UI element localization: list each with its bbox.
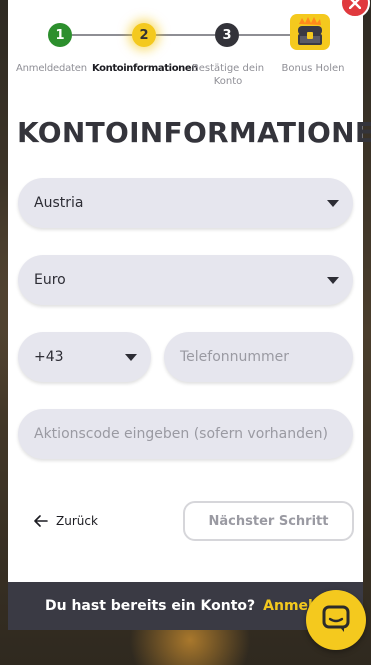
country-select[interactable]: Austria [18, 178, 353, 228]
step-1-label: Anmeldedaten [16, 63, 87, 74]
next-step-button[interactable]: Nächster Schritt [183, 501, 354, 541]
promo-code-placeholder: Aktionscode eingeben (sofern vorhanden) [34, 426, 328, 442]
arrow-left-icon [34, 515, 48, 527]
step-1-indicator: 1 [48, 23, 72, 47]
page-title: KONTOINFORMATIONEN [17, 116, 371, 149]
phone-number-placeholder: Telefonnummer [180, 349, 290, 365]
country-value: Austria [34, 195, 84, 211]
login-question: Du hast bereits ein Konto? [45, 598, 256, 614]
phone-prefix-value: +43 [34, 349, 64, 365]
phone-number-input[interactable]: Telefonnummer [164, 332, 353, 382]
step-2-label: Kontoinformationen [92, 63, 198, 74]
step-3-indicator: 3 [215, 23, 239, 47]
currency-select[interactable]: Euro [18, 255, 353, 305]
step-bonus-label: Bonus Holen [281, 63, 345, 74]
phone-prefix-select[interactable]: +43 [18, 332, 151, 382]
currency-value: Euro [34, 272, 66, 288]
step-connector [239, 34, 290, 36]
live-chat-button[interactable] [306, 590, 366, 650]
step-2-indicator: 2 [132, 23, 156, 47]
treasure-chest-icon [290, 14, 330, 50]
step-connector [72, 34, 132, 36]
step-connector [156, 34, 215, 36]
caret-down-icon [327, 200, 339, 207]
caret-down-icon [327, 277, 339, 284]
back-button[interactable]: Zurück [34, 510, 98, 532]
back-label: Zurück [56, 514, 98, 528]
step-3-label: Bestätige dein Konto [191, 63, 265, 87]
next-step-label: Nächster Schritt [208, 513, 329, 529]
close-icon [349, 0, 361, 9]
promo-code-input[interactable]: Aktionscode eingeben (sofern vorhanden) [18, 409, 353, 459]
stepper: 1 2 3 Anmeldedaten Kontoinformationen Be… [8, 0, 363, 100]
chat-bubble-icon [322, 605, 350, 632]
caret-down-icon [125, 354, 137, 361]
registration-modal: 1 2 3 Anmeldedaten Kontoinformationen Be… [8, 0, 371, 582]
